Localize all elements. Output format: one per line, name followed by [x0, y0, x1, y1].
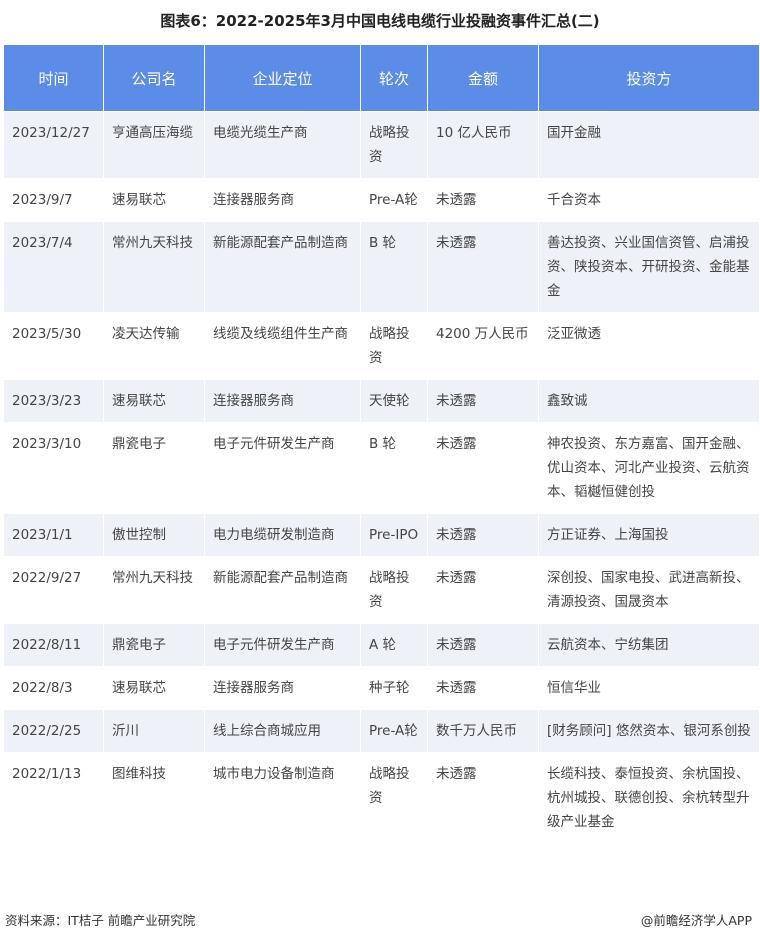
- column-header-amount: 金额: [427, 44, 539, 112]
- cell-round: B 轮: [360, 221, 428, 313]
- cell-positioning: 电缆光缆生产商: [204, 111, 361, 179]
- cell-time: 2023/12/27: [3, 111, 104, 179]
- cell-investors: 泛亚微透: [538, 312, 760, 380]
- cell-amount: 未透露: [427, 666, 539, 710]
- cell-round: B 轮: [360, 422, 428, 514]
- cell-amount: 未透露: [427, 513, 539, 557]
- cell-investors: [财务顾问] 悠然资本、银河系创投: [538, 709, 760, 753]
- cell-amount: 数千万人民币: [427, 709, 539, 753]
- cell-investors: 方正证券、上海国投: [538, 513, 760, 557]
- table-row: 2022/8/11 鼎瓷电子 电子元件研发生产商 A 轮未透露 云航资本、宁纺集团: [3, 623, 760, 667]
- column-header-round: 轮次: [360, 44, 428, 112]
- cell-investors: 善达投资、兴业国信资管、启浦投资、陕投资本、开研投资、金能基金: [538, 221, 760, 313]
- table-row: 2023/5/30 凌天达传输 线缆及线缆组件生产商 战略投资 4200 万人民币 泛亚微…: [3, 312, 760, 380]
- cell-company: 鼎瓷电子: [103, 422, 205, 514]
- cell-round: 战略投资: [360, 111, 428, 179]
- source-note: 资料来源：IT桔子 前瞻产业研究院: [5, 913, 196, 928]
- table-row: 2023/1/1 傲世控制 电力电缆研发制造商 Pre-IPO 未透露 方正证券、上海国投: [3, 513, 760, 557]
- cell-time: 2022/1/13: [3, 752, 104, 844]
- cell-investors: 神农投资、东方嘉富、国开金融、优山资本、河北产业投资、云航资本、韬樾恒健创投: [538, 422, 760, 514]
- cell-amount: 4200 万人民币: [427, 312, 539, 380]
- cell-time: 2022/8/3: [3, 666, 104, 710]
- cell-investors: 恒信华业: [538, 666, 760, 710]
- cell-time: 2023/7/4: [3, 221, 104, 313]
- cell-positioning: 电子元件研发生产商: [204, 623, 361, 667]
- cell-investors: 鑫致诚: [538, 379, 760, 423]
- cell-investors: 长缆科技、泰恒投资、余杭国投、杭州城投、联德创投、余杭转型升级产业基金: [538, 752, 760, 844]
- cell-company: 傲世控制: [103, 513, 205, 557]
- table-row: 2022/9/27 常州九天科技 新能源配套产品制造商 战略投资 未透露 深创投、国家电投…: [3, 556, 760, 624]
- cell-company: 速易联芯: [103, 379, 205, 423]
- cell-round: Pre-A轮: [360, 178, 428, 222]
- cell-round: 种子轮: [360, 666, 428, 710]
- cell-round: Pre-IPO: [360, 513, 428, 557]
- cell-company: 速易联芯: [103, 666, 205, 710]
- table-row: 2023/12/27 亨通高压海缆 电缆光缆生产商 战略投资 10 亿人民币 国开金融: [3, 111, 760, 179]
- cell-time: 2023/3/23: [3, 379, 104, 423]
- cell-time: 2022/9/27: [3, 556, 104, 624]
- table-row: 2022/2/25 沂川 线上综合商城应用 Pre-A轮 数千万人民币 [财务顾问] 悠然…: [3, 709, 760, 753]
- cell-positioning: 新能源配套产品制造商: [204, 556, 361, 624]
- cell-amount: 未透露: [427, 752, 539, 844]
- cell-company: 速易联芯: [103, 178, 205, 222]
- cell-company: 凌天达传输: [103, 312, 205, 380]
- cell-company: 亨通高压海缆: [103, 111, 205, 179]
- cell-time: 2023/3/10: [3, 422, 104, 514]
- cell-company: 常州九天科技: [103, 221, 205, 313]
- cell-amount: 未透露: [427, 623, 539, 667]
- cell-round: 战略投资: [360, 752, 428, 844]
- cell-positioning: 连接器服务商: [204, 379, 361, 423]
- table-row: 2022/8/3 速易联芯 连接器服务商 种子轮 未透露 恒信华业: [3, 666, 760, 710]
- cell-amount: 未透露: [427, 379, 539, 423]
- cell-round: 战略投资: [360, 312, 428, 380]
- cell-positioning: 线缆及线缆组件生产商: [204, 312, 361, 380]
- cell-time: 2022/8/11: [3, 623, 104, 667]
- investment-events-table: 时间 公司名 企业定位 轮次 金额 投资方 2023/12/27 亨通高压海缆 电缆…: [3, 44, 760, 844]
- cell-investors: 云航资本、宁纺集团: [538, 623, 760, 667]
- cell-company: 常州九天科技: [103, 556, 205, 624]
- column-header-time: 时间: [3, 44, 104, 112]
- column-header-positioning: 企业定位: [204, 44, 361, 112]
- cell-amount: 未透露: [427, 178, 539, 222]
- cell-company: 沂川: [103, 709, 205, 753]
- table-row: 2023/9/7 速易联芯 连接器服务商 Pre-A轮 未透露 千合资本: [3, 178, 760, 222]
- cell-time: 2022/2/25: [3, 709, 104, 753]
- cell-company: 图维科技: [103, 752, 205, 844]
- cell-amount: 10 亿人民币: [427, 111, 539, 179]
- table-body: 2023/12/27 亨通高压海缆 电缆光缆生产商 战略投资 10 亿人民币 国开金融 20…: [3, 111, 760, 844]
- cell-positioning: 电力电缆研发制造商: [204, 513, 361, 557]
- cell-amount: 未透露: [427, 556, 539, 624]
- cell-investors: 深创投、国家电投、武进高新投、清源投资、国晟资本: [538, 556, 760, 624]
- cell-amount: 未透露: [427, 221, 539, 313]
- column-header-company: 公司名: [103, 44, 205, 112]
- cell-round: Pre-A轮: [360, 709, 428, 753]
- table-row: 2023/3/10 鼎瓷电子 电子元件研发生产商 B 轮未透露 神农投资、东方嘉富、国开…: [3, 422, 760, 514]
- cell-amount: 未透露: [427, 422, 539, 514]
- cell-investors: 千合资本: [538, 178, 760, 222]
- table-row: 2023/3/23 速易联芯 连接器服务商 天使轮 未透露 鑫致诚: [3, 379, 760, 423]
- cell-positioning: 连接器服务商: [204, 666, 361, 710]
- table-row: 2022/1/13 图维科技 城市电力设备制造商 战略投资 未透露 长缆科技、泰恒投资、余…: [3, 752, 760, 844]
- cell-positioning: 城市电力设备制造商: [204, 752, 361, 844]
- cell-positioning: 连接器服务商: [204, 178, 361, 222]
- brand-label: @前瞻经济学人APP: [640, 913, 752, 928]
- cell-round: 天使轮: [360, 379, 428, 423]
- cell-time: 2023/9/7: [3, 178, 104, 222]
- cell-positioning: 电子元件研发生产商: [204, 422, 361, 514]
- page-title: 图表6：2022-2025年3月中国电线电缆行业投融资事件汇总(二): [160, 12, 600, 30]
- cell-time: 2023/1/1: [3, 513, 104, 557]
- cell-round: 战略投资: [360, 556, 428, 624]
- table-header-row: 时间 公司名 企业定位 轮次 金额 投资方: [3, 44, 760, 112]
- table-row: 2023/7/4 常州九天科技 新能源配套产品制造商 B 轮未透露 善达投资、兴业国信资…: [3, 221, 760, 313]
- cell-time: 2023/5/30: [3, 312, 104, 380]
- cell-investors: 国开金融: [538, 111, 760, 179]
- cell-positioning: 线上综合商城应用: [204, 709, 361, 753]
- cell-round: A 轮: [360, 623, 428, 667]
- cell-positioning: 新能源配套产品制造商: [204, 221, 361, 313]
- column-header-investors: 投资方: [538, 44, 760, 112]
- cell-company: 鼎瓷电子: [103, 623, 205, 667]
